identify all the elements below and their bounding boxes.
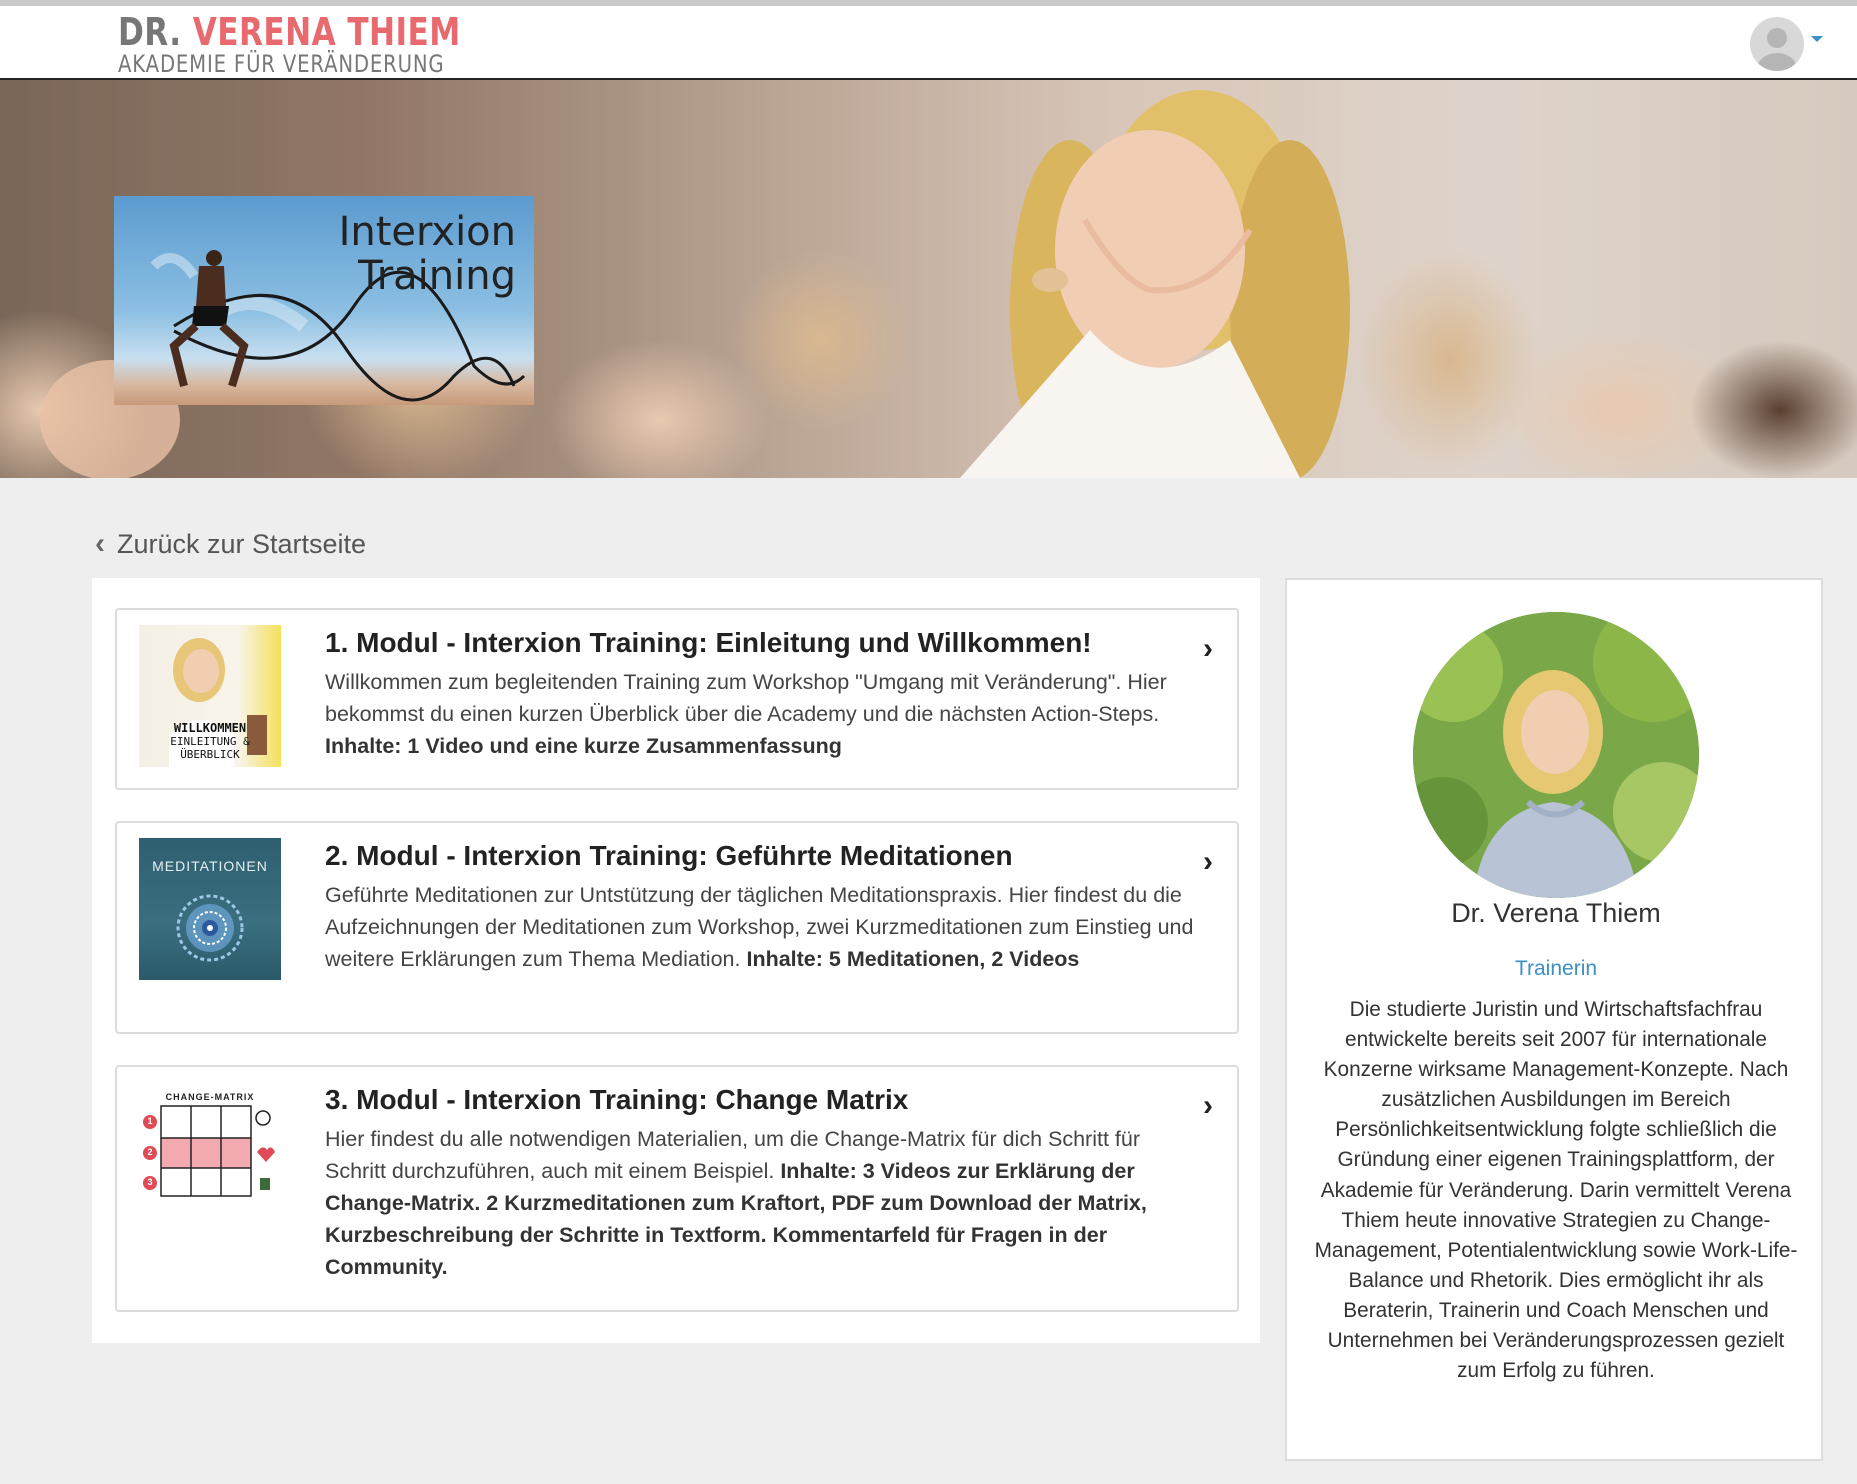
module-1-title[interactable]: 1. Modul - Interxion Training: Einleitun… bbox=[325, 626, 1092, 660]
module-1-thumbnail: WILLKOMMEN EINLEITUNG & ÜBERBLICK bbox=[139, 625, 281, 767]
module-3-title[interactable]: 3. Modul - Interxion Training: Change Ma… bbox=[325, 1083, 908, 1117]
course-title-line1: Interxion bbox=[338, 209, 516, 255]
module-1-contents: Inhalte: 1 Video und eine kurze Zusammen… bbox=[325, 734, 842, 758]
back-link-label: Zurück zur Startseite bbox=[117, 528, 367, 559]
chevron-down-icon[interactable] bbox=[1811, 36, 1823, 42]
module-card-1[interactable]: WILLKOMMEN EINLEITUNG & ÜBERBLICK 1. Mod… bbox=[115, 608, 1239, 790]
module-3-thumb-n3: 3 bbox=[147, 1177, 153, 1187]
chevron-right-icon[interactable]: › bbox=[1203, 845, 1213, 879]
mandala-icon bbox=[176, 894, 244, 962]
trainer-bio: Die studierte Juristin und Wirtschaftsfa… bbox=[1314, 998, 1798, 1383]
module-2-title[interactable]: 2. Modul - Interxion Training: Geführte … bbox=[325, 839, 1013, 873]
module-1-thumb-line1: WILLKOMMEN bbox=[173, 721, 247, 735]
trainer-photo bbox=[1413, 612, 1699, 898]
module-card-3[interactable]: CHANGE-MATRIX 1 2 3 3. Modul - Interxion… bbox=[115, 1065, 1239, 1312]
trainer-role: Trainerin bbox=[1514, 957, 1598, 980]
back-to-home-link[interactable]: ‹ Zurück zur Startseite bbox=[95, 527, 366, 561]
chevron-right-icon[interactable]: › bbox=[1203, 1089, 1213, 1123]
module-1-description: Willkommen zum begleitenden Training zum… bbox=[325, 670, 1167, 726]
module-card-2[interactable]: MEDITATIONEN 2. Modul - Interxion Traini… bbox=[115, 821, 1239, 1034]
user-avatar-icon[interactable] bbox=[1750, 17, 1804, 71]
site-logo[interactable]: DR. VERENA THIEM AKADEMIE FÜR VERÄNDERUN… bbox=[118, 12, 536, 76]
module-2-thumbnail: MEDITATIONEN bbox=[139, 838, 281, 980]
chevron-left-icon: ‹ bbox=[95, 527, 105, 560]
logo-dr: DR. bbox=[118, 10, 182, 54]
browser-tab-strip bbox=[0, 0, 1857, 6]
trainer-name: Dr. Verena Thiem bbox=[1451, 898, 1661, 928]
module-3-thumb-n1: 1 bbox=[147, 1116, 153, 1126]
logo-subtitle: AKADEMIE FÜR VERÄNDERUNG bbox=[118, 50, 445, 78]
module-3-thumb-n2: 2 bbox=[147, 1147, 153, 1157]
module-1-thumb-line2: EINLEITUNG & bbox=[170, 735, 250, 748]
logo-name: VERENA THIEM bbox=[192, 10, 461, 54]
trainer-panel: Dr. Verena Thiem Trainerin Die studierte… bbox=[1285, 578, 1823, 1461]
chevron-right-icon[interactable]: › bbox=[1203, 632, 1213, 666]
top-navbar: DR. VERENA THIEM AKADEMIE FÜR VERÄNDERUN… bbox=[0, 0, 1857, 80]
module-1-thumb-line3: ÜBERBLICK bbox=[180, 748, 240, 761]
module-3-thumbnail: CHANGE-MATRIX 1 2 3 bbox=[139, 1082, 281, 1224]
course-title-line2: Training bbox=[358, 253, 516, 299]
course-image: Interxion Training bbox=[114, 196, 534, 405]
module-2-contents: Inhalte: 5 Meditationen, 2 Videos bbox=[746, 947, 1080, 971]
modules-panel: WILLKOMMEN EINLEITUNG & ÜBERBLICK 1. Mod… bbox=[92, 578, 1260, 1343]
